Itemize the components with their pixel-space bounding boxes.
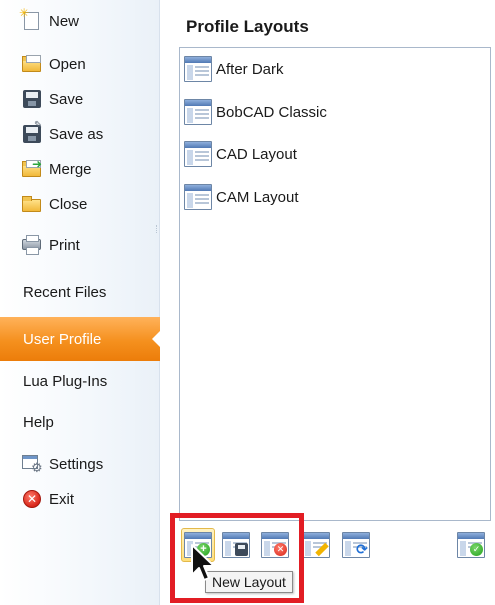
layout-icon [184,56,212,82]
layout-icon [184,99,212,125]
rename-layout-icon [302,532,330,558]
menu-item-save[interactable]: Save [0,86,160,112]
menu-item-open[interactable]: Open [0,51,160,77]
list-item[interactable]: BobCAD Classic [184,97,327,127]
menu-item-label: Close [49,195,88,213]
list-item-label: CAM Layout [216,188,299,206]
menu-item-label: Merge [49,160,92,178]
settings-gear-icon: ⚙ [22,454,43,474]
rename-layout-button[interactable] [299,528,333,562]
menu-item-settings[interactable]: ⚙ Settings [0,451,160,477]
open-folder-icon [22,54,42,74]
menu-item-merge[interactable]: ➜ Merge [0,156,160,182]
list-item[interactable]: CAD Layout [184,139,297,169]
menu-item-lua-plug-ins[interactable]: Lua Plug-Ins [0,368,160,394]
menu-item-exit[interactable]: ✕ Exit [0,486,160,512]
menu-item-label: Save as [49,125,104,143]
menu-item-print[interactable]: Print [0,232,160,258]
menu-item-label: Lua Plug-Ins [23,372,108,390]
file-menu-sidebar: New Open Save ✎ Save as ➜ Merge Close Pr… [0,0,160,605]
close-folder-icon [22,194,42,214]
menu-item-help[interactable]: Help [0,409,160,435]
tooltip: New Layout [205,571,293,593]
menu-item-label: User Profile [23,330,102,348]
menu-item-label: Recent Files [23,283,107,301]
menu-item-label: Open [49,55,86,73]
new-document-icon [19,6,42,31]
exit-icon: ✕ [22,489,42,509]
apply-layout-button[interactable]: ✓ [454,528,488,562]
mouse-pointer-icon [191,544,215,581]
apply-layout-icon: ✓ [457,532,485,558]
menu-item-label: Exit [49,490,75,508]
menu-item-label: Print [49,236,80,254]
layout-icon [184,184,212,210]
list-item[interactable]: CAM Layout [184,182,299,212]
menu-item-new[interactable]: New [0,6,160,34]
menu-item-recent-files[interactable]: Recent Files [0,279,160,305]
printer-icon [22,235,42,255]
refresh-layout-icon: ⟳ [342,532,370,558]
list-item-label: CAD Layout [216,145,297,163]
list-item[interactable]: After Dark [184,54,284,84]
list-item-label: BobCAD Classic [216,103,327,121]
page-title: Profile Layouts [186,17,309,36]
sidebar-divider [156,225,158,233]
menu-item-label: Settings [49,455,104,473]
menu-item-label: Help [23,413,54,431]
menu-item-save-as[interactable]: ✎ Save as [0,120,160,147]
profile-layouts-list[interactable]: After Dark BobCAD Classic CAD Layout CAM… [179,47,491,521]
list-item-label: After Dark [216,60,284,78]
merge-folder-icon: ➜ [22,157,42,179]
layout-icon [184,141,212,167]
menu-item-label: New [49,12,80,30]
refresh-layout-button[interactable]: ⟳ [339,528,373,562]
menu-item-label: Save [49,90,84,108]
menu-item-close[interactable]: Close [0,191,160,217]
save-as-disk-icon: ✎ [22,120,42,144]
save-disk-icon [22,89,42,109]
menu-item-user-profile[interactable]: User Profile [0,317,160,361]
